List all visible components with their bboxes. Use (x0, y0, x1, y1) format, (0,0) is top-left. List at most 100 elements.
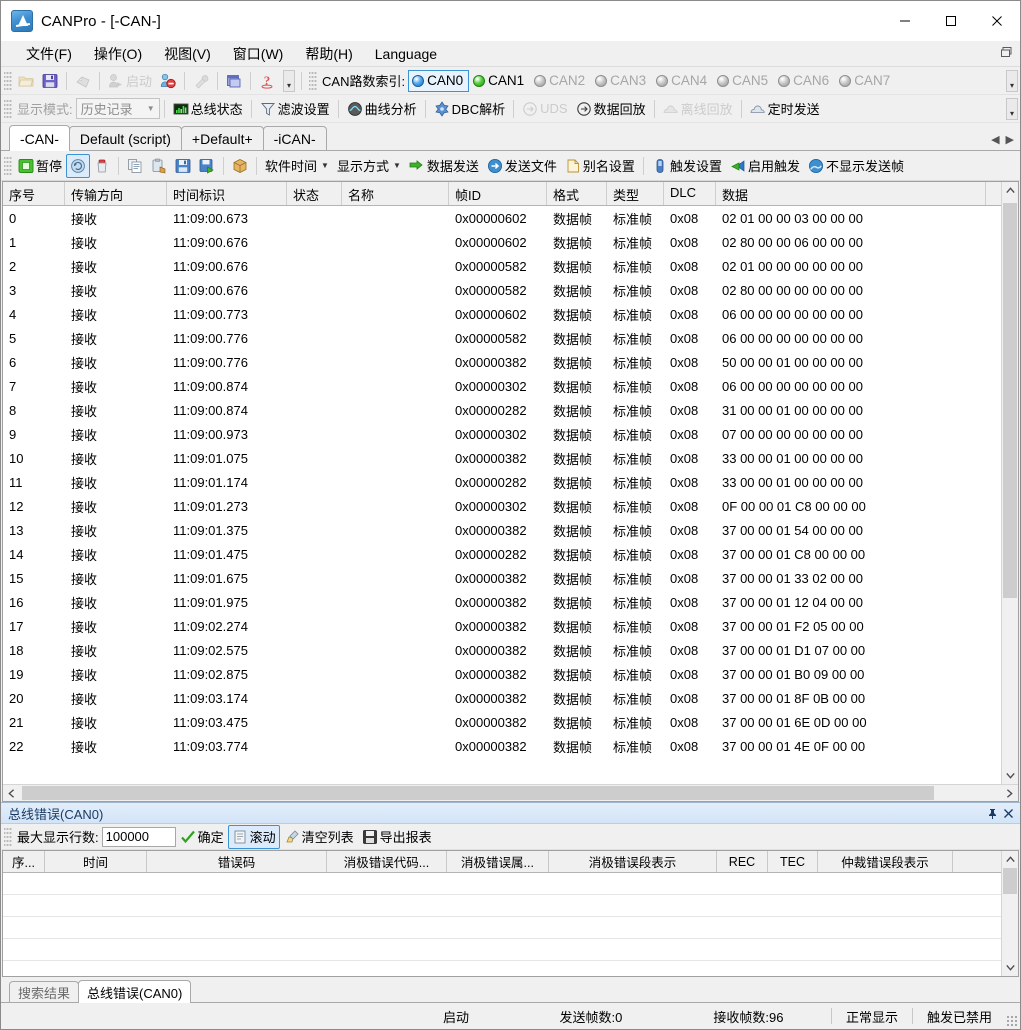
table-row[interactable]: 11 接收 11:09:01.174 0x00000282 数据帧 标准帧 0x08 33 0… (3, 470, 1001, 494)
display-method-dropdown[interactable]: 显示方式 ▼ (333, 154, 405, 178)
window-button[interactable] (222, 69, 246, 93)
error-column-no[interactable]: 序... (3, 851, 45, 872)
help-button[interactable]: ? (255, 69, 279, 93)
scroll-right-icon[interactable] (1001, 785, 1018, 801)
stop-button[interactable] (156, 69, 180, 93)
minimize-button[interactable] (882, 1, 928, 41)
grid-vertical-scrollbar[interactable] (1001, 182, 1018, 784)
table-row[interactable]: 7 接收 11:09:00.874 0x00000302 数据帧 标准帧 0x08 06 00… (3, 374, 1001, 398)
channel-can3[interactable]: CAN3 (591, 70, 652, 92)
table-row[interactable]: 18 接收 11:09:02.575 0x00000382 数据帧 标准帧 0x08 37 0… (3, 638, 1001, 662)
timed-send-button[interactable]: 定时发送 (746, 97, 824, 121)
bottom-tab-bus-error[interactable]: 总线错误(CAN0) (78, 980, 192, 1003)
error-column-time[interactable]: 时间 (45, 851, 147, 872)
toolbar-grip-doc[interactable] (4, 155, 12, 176)
table-row[interactable]: 9 接收 11:09:00.973 0x00000302 数据帧 标准帧 0x08 07 00… (3, 422, 1001, 446)
table-row[interactable]: 17 接收 11:09:02.274 0x00000382 数据帧 标准帧 0x08 37 0… (3, 614, 1001, 638)
dbc-parse-button[interactable]: DBC解析 (430, 97, 509, 121)
alias-settings-button[interactable]: 别名设置 (561, 154, 639, 178)
menu-view[interactable]: 视图(V) (153, 41, 222, 67)
table-row[interactable]: 1 接收 11:09:00.676 0x00000602 数据帧 标准帧 0x08 02 80… (3, 230, 1001, 254)
menu-operation[interactable]: 操作(O) (83, 41, 153, 67)
table-row[interactable]: 0 接收 11:09:00.673 0x00000602 数据帧 标准帧 0x08 02 01… (3, 206, 1001, 230)
package-button[interactable] (228, 154, 252, 178)
enable-trigger-button[interactable]: 启用触发 (726, 154, 804, 178)
table-row[interactable]: 16 接收 11:09:01.975 0x00000382 数据帧 标准帧 0x08 37 0… (3, 590, 1001, 614)
tab-nav-next-icon[interactable]: ▶ (1006, 133, 1014, 146)
pause-button[interactable]: 暂停 (14, 154, 66, 178)
toolbar-overflow-button[interactable]: ▾ (283, 69, 296, 92)
error-table-row[interactable] (3, 939, 1001, 961)
scroll-thumb-horizontal[interactable] (22, 786, 935, 800)
table-row[interactable]: 5 接收 11:09:00.776 0x00000582 数据帧 标准帧 0x08 06 00… (3, 326, 1001, 350)
tag-button[interactable] (71, 69, 95, 93)
menu-language[interactable]: Language (364, 43, 448, 65)
error-table-row[interactable] (3, 873, 1001, 895)
bus-error-vertical-scrollbar[interactable] (1001, 851, 1018, 976)
close-icon[interactable] (1000, 805, 1016, 821)
table-row[interactable]: 21 接收 11:09:03.475 0x00000382 数据帧 标准帧 0x08 37 0… (3, 710, 1001, 734)
toolbar-grip-channels[interactable] (309, 70, 318, 91)
tab-can[interactable]: -CAN- (9, 125, 70, 151)
table-row[interactable]: 3 接收 11:09:00.676 0x00000582 数据帧 标准帧 0x08 02 80… (3, 278, 1001, 302)
copy-button[interactable] (123, 154, 147, 178)
column-header-frame-id[interactable]: 帧ID (449, 182, 547, 205)
table-row[interactable]: 12 接收 11:09:01.273 0x00000302 数据帧 标准帧 0x08 0F 0… (3, 494, 1001, 518)
scroll-track[interactable] (1002, 868, 1018, 959)
save-file-button[interactable] (171, 154, 195, 178)
toolbar-grip[interactable] (4, 70, 12, 91)
display-mode-combo[interactable]: 历史记录 ▼ (75, 98, 160, 119)
trigger-settings-button[interactable]: 触发设置 (648, 154, 726, 178)
channel-can2[interactable]: CAN2 (530, 70, 591, 92)
filter-settings-button[interactable]: 滤波设置 (256, 97, 334, 121)
error-column-passive-attr[interactable]: 消极错误属... (447, 851, 549, 872)
error-column-code[interactable]: 错误码 (147, 851, 327, 872)
bus-status-button[interactable]: 总线状态 (169, 97, 247, 121)
column-header-dlc[interactable]: DLC (664, 182, 716, 205)
column-header-direction[interactable]: 传输方向 (65, 182, 167, 205)
table-row[interactable]: 14 接收 11:09:01.475 0x00000282 数据帧 标准帧 0x08 37 0… (3, 542, 1001, 566)
close-button[interactable] (974, 1, 1020, 41)
paste-button[interactable] (147, 154, 171, 178)
channel-can1[interactable]: CAN1 (469, 70, 530, 92)
table-row[interactable]: 20 接收 11:09:03.174 0x00000382 数据帧 标准帧 0x08 37 0… (3, 686, 1001, 710)
column-header-state[interactable]: 状态 (287, 182, 342, 205)
send-file-button[interactable]: 发送文件 (483, 154, 561, 178)
channel-can4[interactable]: CAN4 (652, 70, 713, 92)
tab-nav-prev-icon[interactable]: ◀ (991, 133, 999, 146)
data-send-button[interactable]: 数据发送 (405, 154, 483, 178)
table-row[interactable]: 15 接收 11:09:01.675 0x00000382 数据帧 标准帧 0x08 37 0… (3, 566, 1001, 590)
max-rows-input[interactable]: 100000 (101, 826, 176, 847)
column-header-name[interactable]: 名称 (342, 182, 449, 205)
scroll-track-horizontal[interactable] (20, 785, 1001, 801)
curve-analysis-button[interactable]: 曲线分析 (343, 97, 421, 121)
scroll-thumb[interactable] (1003, 203, 1017, 598)
export-report-button[interactable]: 导出报表 (358, 825, 436, 849)
error-table-row[interactable] (3, 895, 1001, 917)
scroll-up-icon[interactable] (1002, 851, 1018, 868)
restore-document-icon[interactable] (1000, 46, 1013, 59)
offline-playback-button[interactable]: 离线回放 (659, 97, 737, 121)
hide-send-frame-button[interactable]: 不显示发送帧 (804, 154, 908, 178)
open-file-button[interactable] (14, 69, 38, 93)
error-column-arb-seg[interactable]: 仲裁错误段表示 (818, 851, 953, 872)
software-time-dropdown[interactable]: 软件时间 ▼ (261, 154, 333, 178)
toolbar-grip-dock[interactable] (4, 826, 12, 847)
error-column-tec[interactable]: TEC (768, 851, 818, 872)
clear-button[interactable] (90, 154, 114, 178)
grid-horizontal-scrollbar[interactable] (3, 784, 1018, 801)
table-row[interactable]: 8 接收 11:09:00.874 0x00000282 数据帧 标准帧 0x08 31 00… (3, 398, 1001, 422)
save-and-run-button[interactable] (195, 154, 219, 178)
table-row[interactable]: 4 接收 11:09:00.773 0x00000602 数据帧 标准帧 0x08 06 00… (3, 302, 1001, 326)
channel-overflow-button[interactable]: ▾ (1006, 69, 1018, 92)
wrench-button[interactable] (189, 69, 213, 93)
table-row[interactable]: 19 接收 11:09:02.875 0x00000382 数据帧 标准帧 0x08 37 0… (3, 662, 1001, 686)
scroll-down-icon[interactable] (1002, 767, 1018, 784)
toolbar-grip-mode[interactable] (4, 98, 12, 119)
column-header-time[interactable]: 时间标识 (167, 182, 287, 205)
table-row[interactable]: 13 接收 11:09:01.375 0x00000382 数据帧 标准帧 0x08 37 0… (3, 518, 1001, 542)
tab-default-script[interactable]: Default (script) (68, 126, 182, 150)
data-playback-button[interactable]: 数据回放 (572, 97, 650, 121)
column-header-format[interactable]: 格式 (547, 182, 607, 205)
table-row[interactable]: 2 接收 11:09:00.676 0x00000582 数据帧 标准帧 0x08 02 01… (3, 254, 1001, 278)
